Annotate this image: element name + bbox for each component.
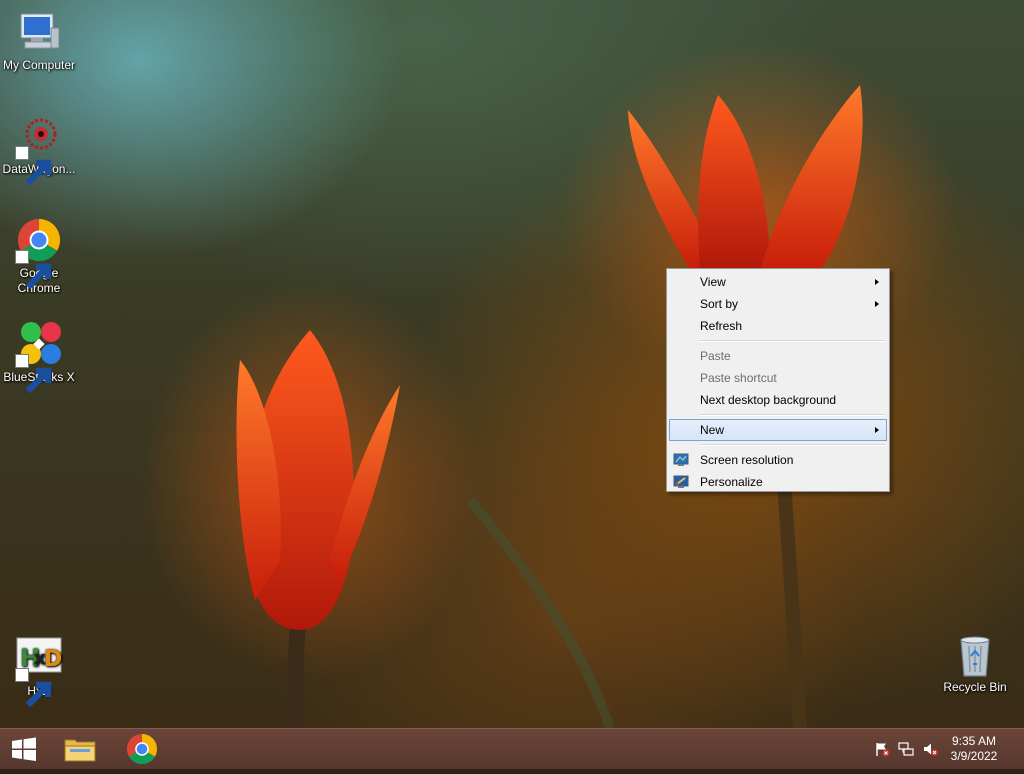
desktop-icon-label: Recycle Bin	[943, 680, 1007, 694]
menu-item-label: Screen resolution	[700, 453, 794, 467]
menu-item-label: Sort by	[700, 297, 739, 311]
shortcut-arrow-icon	[15, 146, 52, 186]
personalize-icon	[673, 474, 689, 490]
desktop-icon-label: My Computer	[2, 58, 76, 72]
taskbar-clock[interactable]: 9:35 AM 3/9/2022	[944, 734, 1004, 764]
menu-item-label: Paste	[700, 349, 731, 363]
action-center-flag-icon[interactable]	[874, 741, 890, 757]
computer-icon	[15, 8, 63, 56]
desktop-context-menu: View Sort by Refresh Paste Paste shortcu…	[666, 268, 890, 492]
datawagon-icon	[15, 112, 63, 186]
menu-separator	[699, 444, 885, 446]
menu-separator	[699, 340, 885, 342]
submenu-arrow-icon	[875, 301, 879, 307]
desktop-icon-bluestacks-x[interactable]: BlueStacks X	[0, 320, 79, 394]
menu-item-label: New	[700, 423, 725, 437]
menu-item-paste[interactable]: Paste	[669, 345, 887, 367]
menu-item-sort-by[interactable]: Sort by	[669, 293, 887, 315]
menu-item-refresh[interactable]: Refresh	[669, 315, 887, 337]
desktop-icon-recycle-bin[interactable]: Recycle Bin	[935, 630, 1015, 695]
start-button[interactable]	[2, 729, 46, 769]
menu-item-view[interactable]: View	[669, 271, 887, 293]
desktop[interactable]: My Computer DataWagon... Google Chrome B…	[0, 0, 1024, 728]
taskbar-chrome-button[interactable]	[120, 729, 164, 769]
volume-muted-icon[interactable]	[922, 741, 938, 757]
shortcut-arrow-icon	[15, 668, 52, 708]
menu-item-label: Next desktop background	[700, 393, 837, 407]
menu-item-screen-resolution[interactable]: Screen resolution	[669, 449, 887, 471]
chrome-icon	[126, 734, 158, 765]
submenu-arrow-icon	[875, 427, 879, 433]
desktop-icon-hxd[interactable]: H x D HxD	[0, 634, 79, 708]
submenu-arrow-icon	[875, 279, 879, 285]
menu-item-new[interactable]: New	[669, 419, 887, 441]
hxd-icon: H x D	[15, 634, 63, 708]
desktop-icon-my-computer[interactable]: My Computer	[0, 8, 79, 73]
menu-item-paste-shortcut[interactable]: Paste shortcut	[669, 367, 887, 389]
menu-item-label: View	[700, 275, 726, 289]
menu-item-label: Paste shortcut	[700, 371, 777, 385]
desktop-icon-datawagon[interactable]: DataWagon...	[0, 112, 79, 186]
chrome-icon	[15, 216, 63, 290]
start-icon	[12, 737, 36, 761]
menu-separator	[699, 414, 885, 416]
menu-item-label: Refresh	[700, 319, 743, 333]
shortcut-arrow-icon	[15, 354, 52, 394]
file-explorer-icon	[64, 739, 96, 762]
clock-date: 3/9/2022	[950, 749, 998, 763]
bluestacks-icon	[15, 320, 63, 394]
display-icon	[673, 452, 689, 468]
taskbar-file-explorer-button[interactable]	[58, 729, 102, 769]
taskbar: 9:35 AM 3/9/2022	[0, 728, 1024, 769]
menu-item-personalize[interactable]: Personalize	[669, 471, 887, 493]
network-icon[interactable]	[898, 741, 914, 757]
menu-item-next-desktop-background[interactable]: Next desktop background	[669, 389, 887, 411]
desktop-icon-google-chrome[interactable]: Google Chrome	[0, 216, 79, 296]
shortcut-arrow-icon	[15, 250, 52, 290]
clock-time: 9:35 AM	[951, 734, 997, 748]
menu-item-label: Personalize	[700, 475, 763, 489]
recycle-bin-icon	[951, 630, 999, 678]
